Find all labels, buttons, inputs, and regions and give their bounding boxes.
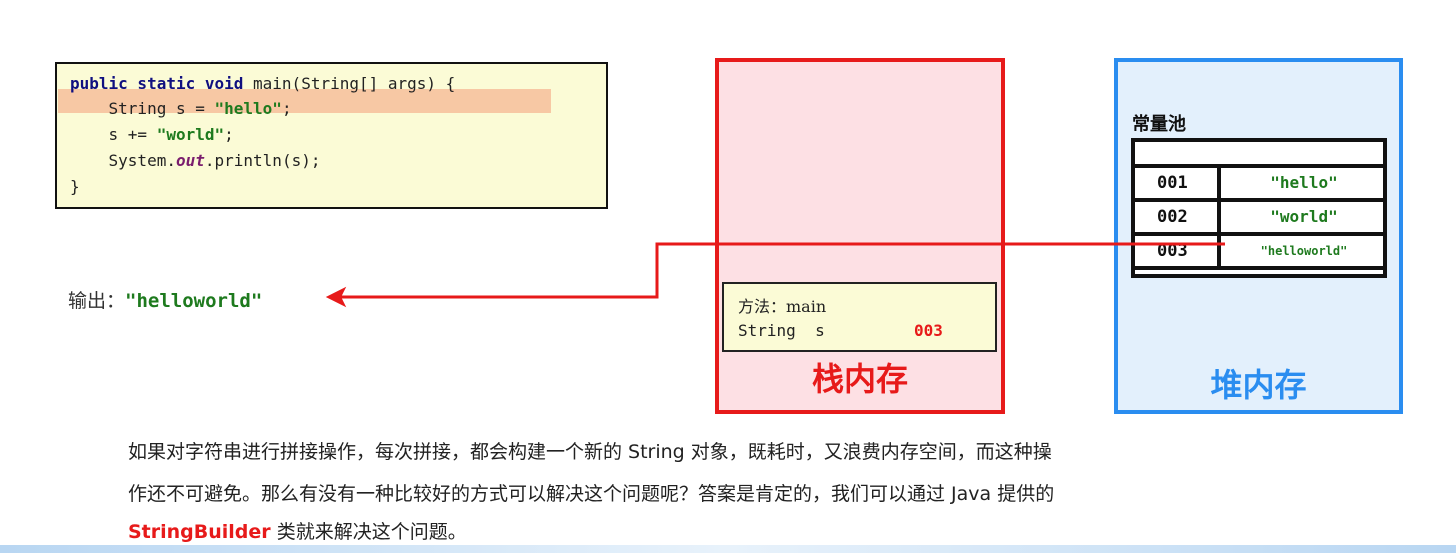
pool-addr: 002 (1135, 202, 1221, 232)
code-line-3: s += "world"; (70, 123, 234, 147)
code-text: ; (281, 99, 292, 118)
bottom-decor-band (0, 545, 1456, 553)
code-keywords: public static void (70, 74, 244, 93)
pool-addr: 003 (1135, 236, 1221, 266)
code-text: ; (224, 125, 234, 144)
arrow-head-icon (325, 286, 347, 308)
frame-method-line: 方法：main (738, 297, 827, 316)
output-label: 输出： (68, 290, 126, 312)
pool-value: "hello" (1270, 173, 1338, 192)
code-string: "hello" (214, 99, 282, 118)
code-text: .println(s); (204, 151, 321, 170)
paragraph-line-3-text: 类就来解决这个问题。 (270, 521, 467, 543)
pool-header-row (1135, 142, 1383, 168)
output-value: "helloworld" (125, 290, 263, 312)
code-line-1: public static void main(String[] args) { (70, 72, 455, 96)
code-line-4: System.out.println(s); (70, 149, 321, 173)
code-string: "world" (156, 125, 225, 144)
code-line-2: String s = "hello"; (70, 97, 292, 121)
code-field: out (175, 151, 205, 170)
stringbuilder-highlight: StringBuilder (128, 521, 271, 543)
constant-pool-title: 常量池 (1132, 114, 1186, 135)
pool-row: 001 "hello" (1135, 168, 1383, 202)
constant-pool-table: 001 "hello" 002 "world" 003 "helloworld" (1131, 138, 1387, 278)
heap-memory-title: 堆内存 (1210, 366, 1307, 404)
code-text: System. (70, 151, 176, 170)
pool-row: 003 "helloworld" (1135, 236, 1383, 270)
stack-memory-title: 栈内存 (811, 360, 908, 398)
frame-var-value: 003 (914, 321, 943, 340)
method-frame: 方法：main String s 003 (722, 282, 997, 352)
output-text: 输出："helloworld" (68, 286, 262, 313)
pool-value: "helloworld" (1260, 244, 1348, 258)
pool-row: 002 "world" (1135, 202, 1383, 236)
stack-memory-box: 栈内存 (715, 58, 1005, 414)
paragraph-line-1: 如果对字符串进行拼接操作，每次拼接，都会构建一个新的 String 对象，既耗时… (128, 441, 1052, 463)
pool-addr: 001 (1135, 168, 1221, 198)
code-text: main(String[] args) { (243, 74, 456, 93)
paragraph-line-2: 作还不可避免。那么有没有一种比较好的方式可以解决这个问题呢？答案是肯定的，我们可… (128, 483, 1055, 505)
frame-var-line: String s (738, 321, 825, 340)
code-text: s += (70, 125, 157, 144)
code-text: String s = (70, 99, 215, 118)
pool-value: "world" (1270, 207, 1338, 226)
code-line-5: } (70, 177, 80, 196)
